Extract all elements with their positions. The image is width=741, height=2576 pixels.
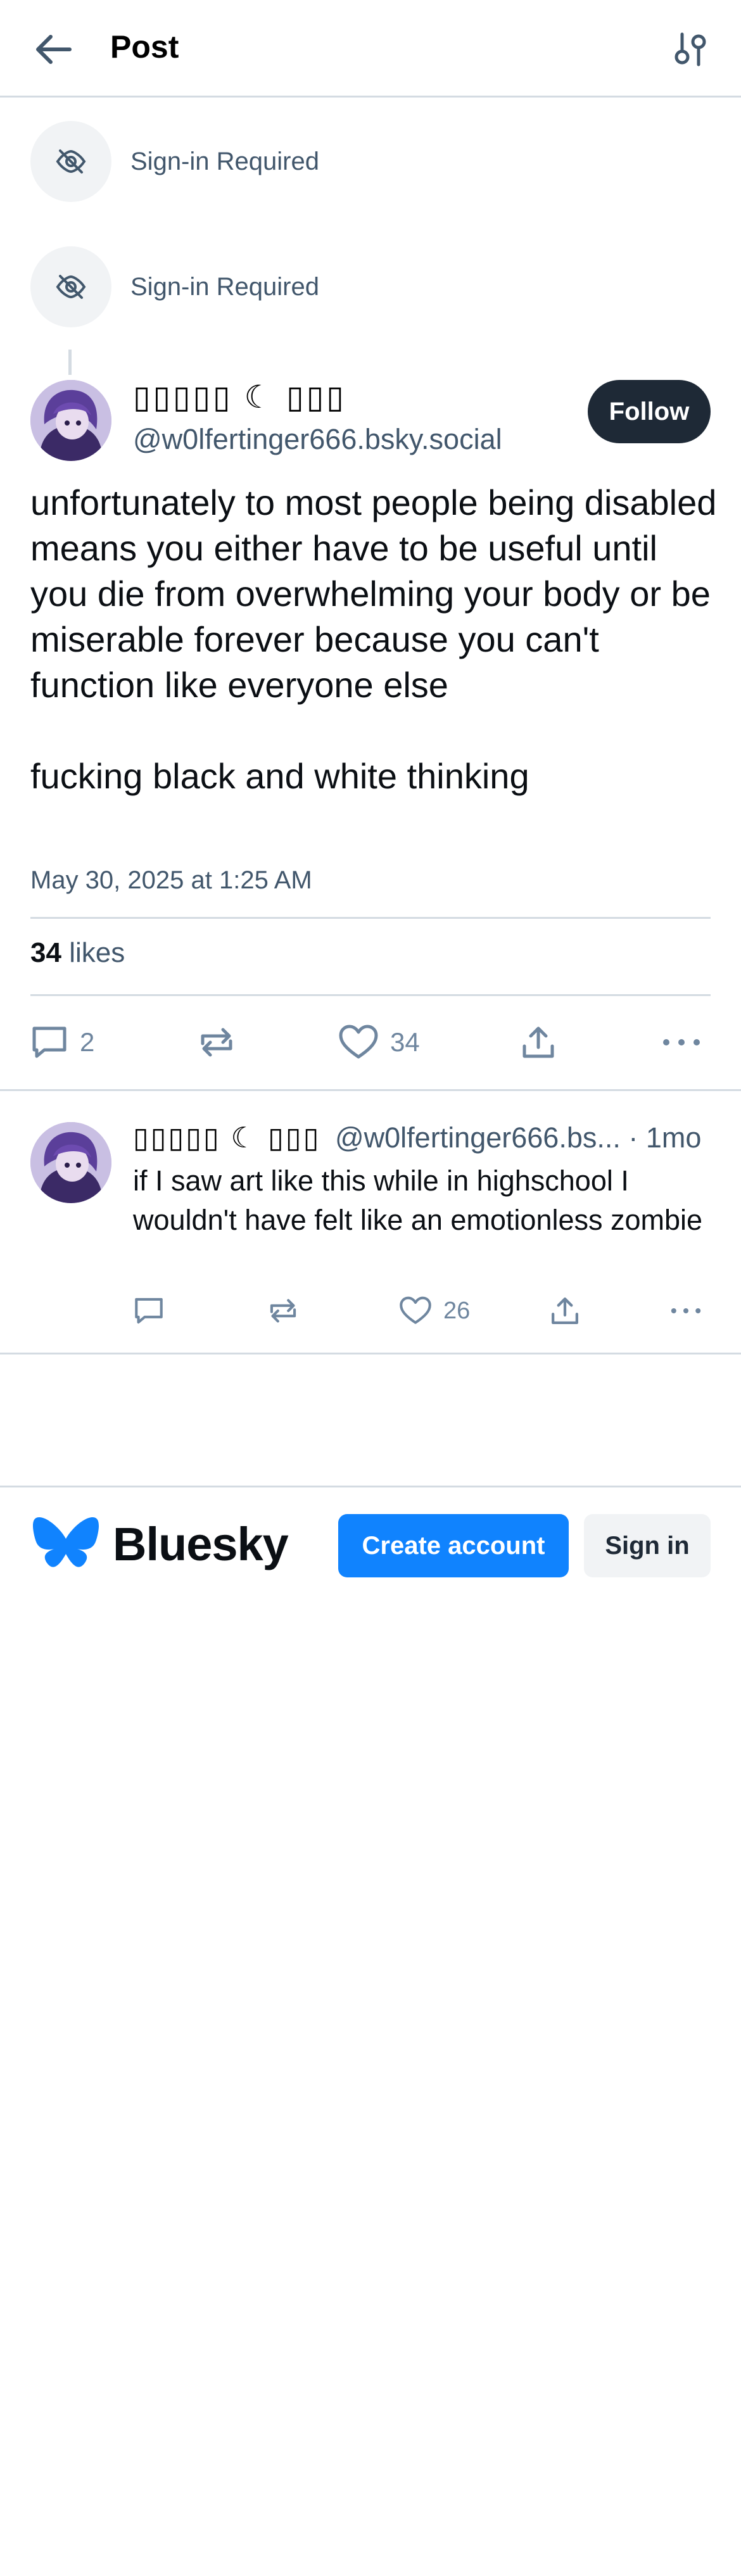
post-text: unfortunately to most people being disab… [30, 480, 721, 799]
likes-count: 34 [30, 937, 61, 968]
post-action-bar: 2 34 [30, 1018, 711, 1066]
eye-slash-icon [30, 246, 111, 327]
likes-label: likes [69, 937, 125, 968]
sliders-icon [674, 32, 706, 66]
comment-icon [32, 1026, 66, 1058]
reply-count: 2 [80, 1027, 95, 1057]
eye-slash-icon [30, 121, 111, 202]
avatar-image [30, 1122, 111, 1203]
reply-action-bar: 26 [133, 1292, 711, 1330]
thread-connector [68, 350, 72, 375]
repost-icon [201, 1028, 232, 1057]
share-icon [552, 1297, 578, 1324]
post-paragraph: fucking black and white thinking [30, 756, 529, 796]
reply-text: if I saw art like this while in highscho… [133, 1165, 703, 1236]
avatar-image [30, 380, 111, 461]
reply-more-options-button[interactable] [669, 1292, 703, 1330]
more-options-button[interactable] [661, 1018, 702, 1066]
like-count: 34 [390, 1027, 420, 1057]
share-button[interactable] [521, 1018, 556, 1066]
repost-icon [270, 1299, 296, 1323]
follow-button[interactable]: Follow [588, 380, 711, 443]
footer-divider [0, 1486, 741, 1487]
bluesky-logo[interactable]: Bluesky [33, 1515, 289, 1573]
reply-like-count: 26 [443, 1297, 471, 1324]
brand-name: Bluesky [113, 1517, 289, 1570]
post-timestamp[interactable]: May 30, 2025 at 1:25 AM [30, 866, 312, 895]
divider [30, 917, 711, 919]
reply-reply-button[interactable] [133, 1292, 165, 1330]
divider [0, 1353, 741, 1354]
back-button[interactable] [28, 25, 79, 73]
top-bar: Post [0, 0, 741, 98]
reply-author-avatar[interactable] [30, 1122, 111, 1203]
reply-share-button[interactable] [550, 1292, 580, 1330]
reply-like-button[interactable]: 26 [399, 1292, 470, 1330]
reply-button[interactable]: 2 [30, 1018, 94, 1066]
post-paragraph: unfortunately to most people being disab… [30, 483, 717, 705]
thread-settings-button[interactable] [665, 25, 716, 73]
arrow-left-icon [36, 35, 72, 64]
likes-summary[interactable]: 34 likes [30, 937, 125, 969]
repost-button[interactable] [198, 1018, 236, 1066]
divider [0, 1089, 741, 1091]
page-title: Post [110, 29, 179, 65]
reply-author-handle[interactable]: @w0lfertinger666.bs... [335, 1121, 621, 1154]
reply-author-name[interactable]: ▯▯▯▯▯ ☾ ▯▯▯ [133, 1121, 320, 1154]
reply-meta[interactable]: ▯▯▯▯▯ ☾ ▯▯▯ @w0lfertinger666.bs... · 1mo [133, 1121, 711, 1154]
divider [30, 994, 711, 996]
hidden-post-placeholder[interactable]: Sign-in Required [30, 246, 711, 328]
author-display-name[interactable]: ▯▯▯▯▯ ☾ ▯▯▯ [133, 379, 346, 415]
like-button[interactable]: 34 [338, 1018, 420, 1066]
sign-in-button[interactable]: Sign in [584, 1514, 711, 1577]
reply-timestamp[interactable]: · 1mo [628, 1121, 701, 1154]
reply-repost-button[interactable] [267, 1292, 299, 1330]
author-handle[interactable]: @w0lfertinger666.bsky.social [133, 423, 502, 456]
share-icon [522, 1026, 554, 1058]
sign-in-required-label: Sign-in Required [130, 147, 319, 175]
hidden-post-placeholder[interactable]: Sign-in Required [30, 120, 711, 203]
more-horizontal-icon [663, 1039, 700, 1045]
more-horizontal-icon [671, 1308, 701, 1313]
author-avatar[interactable] [30, 380, 111, 461]
heart-icon [339, 1025, 378, 1059]
sign-in-required-label: Sign-in Required [130, 272, 319, 301]
butterfly-icon [33, 1517, 99, 1567]
heart-icon [400, 1296, 431, 1324]
comment-icon [135, 1297, 163, 1324]
create-account-button[interactable]: Create account [338, 1514, 569, 1577]
